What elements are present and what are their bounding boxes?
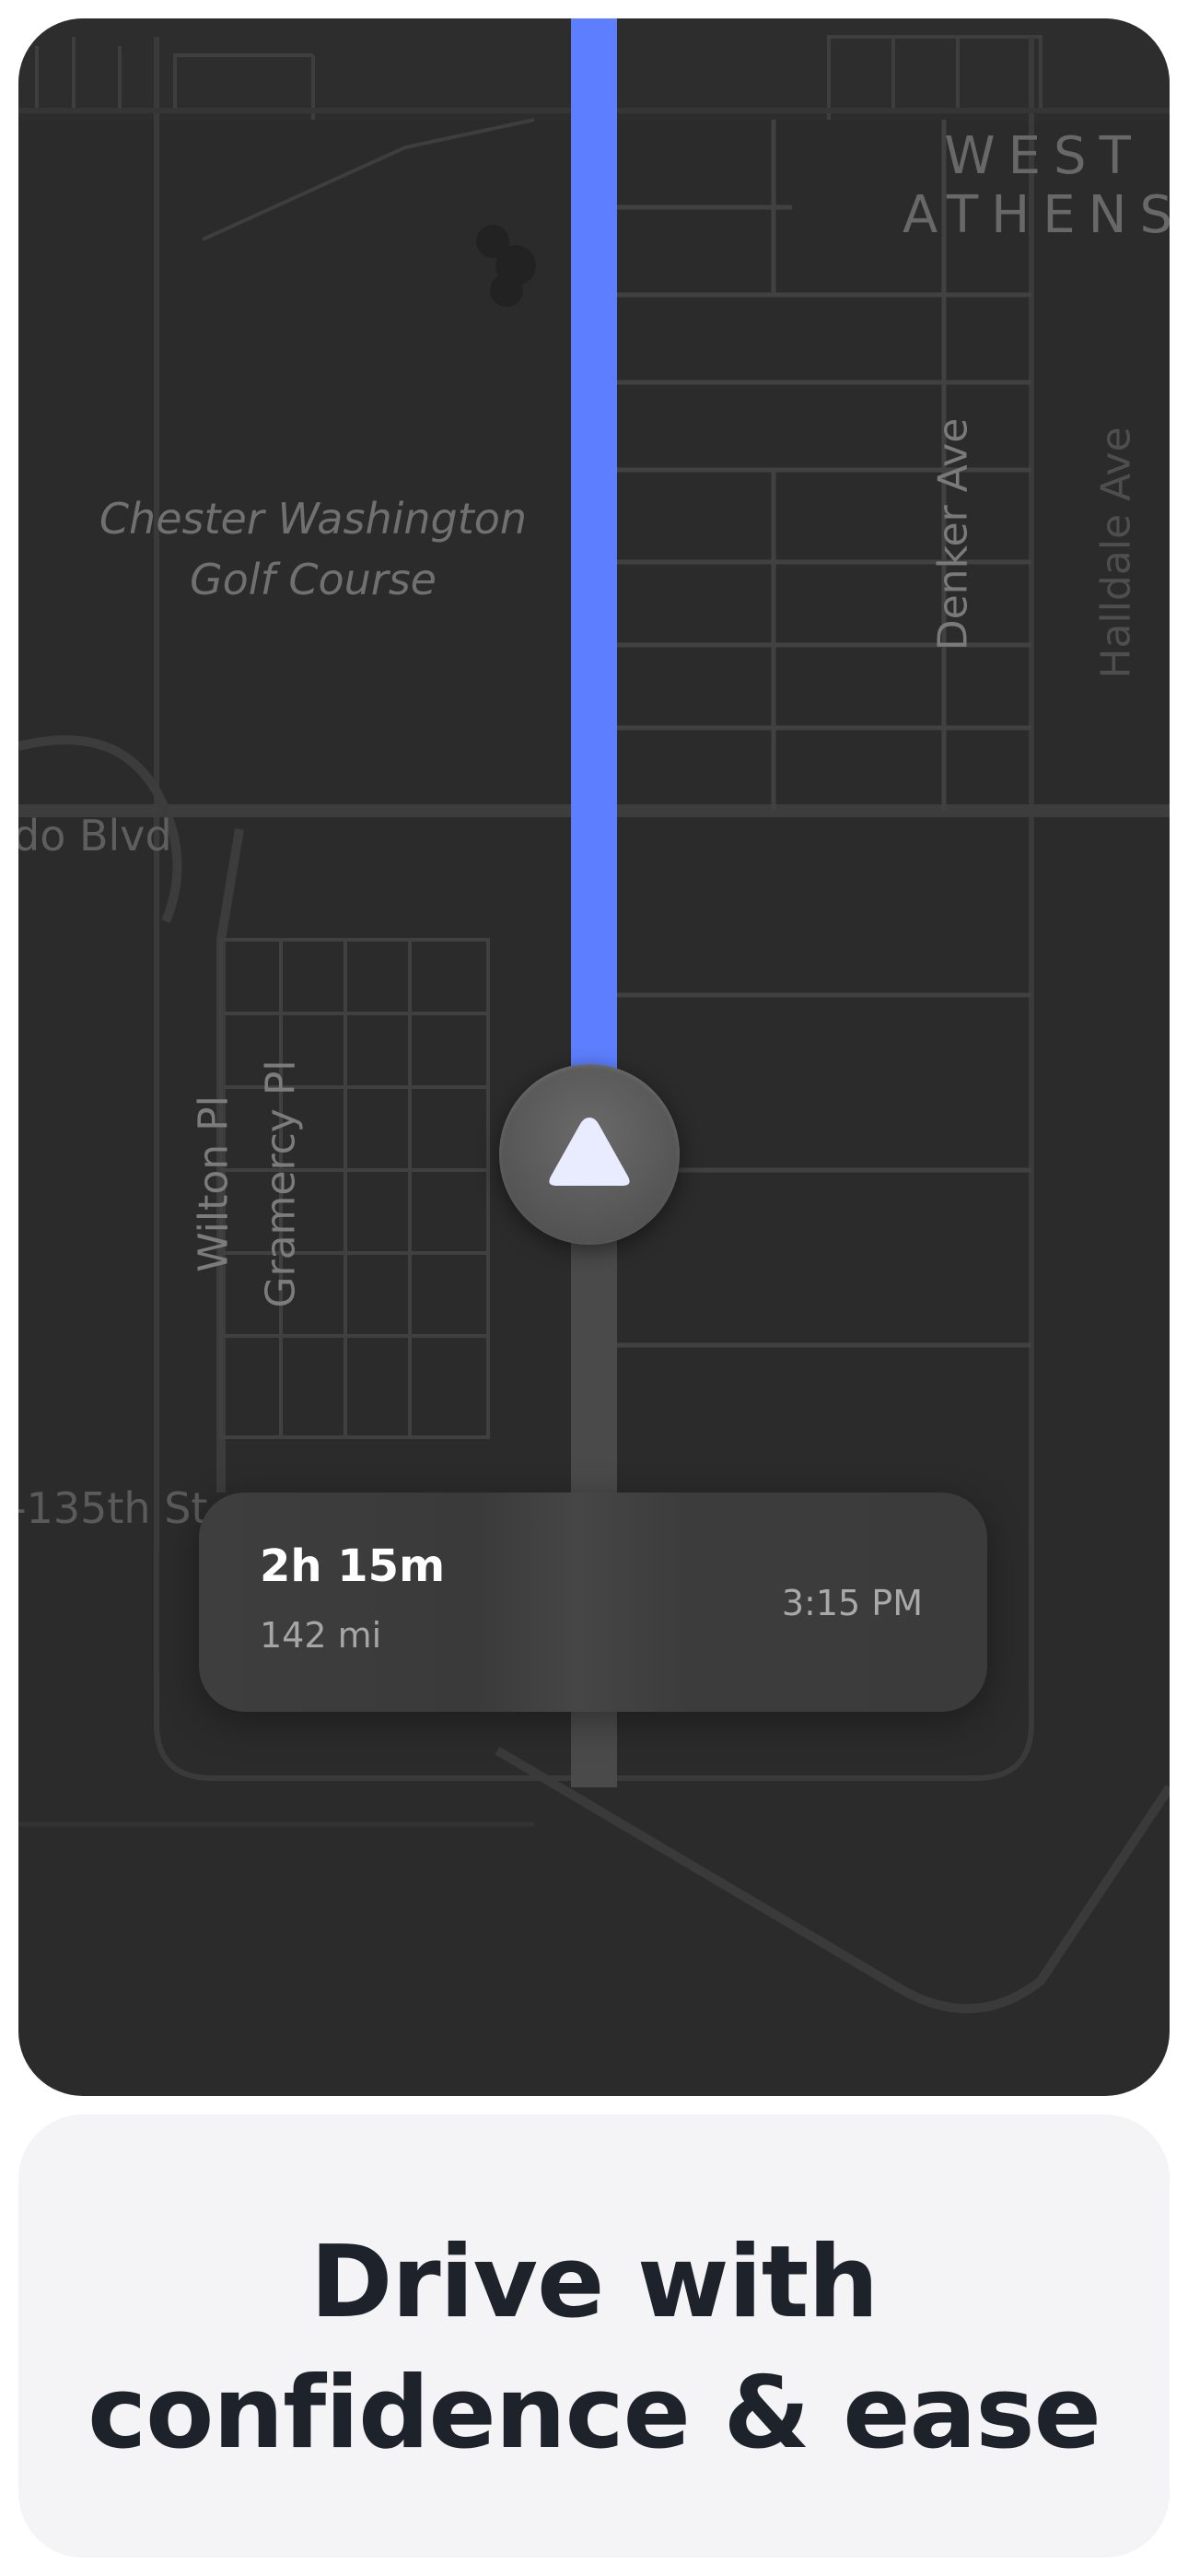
- street-label-blvd: do Blvd: [18, 811, 172, 861]
- street-label-denker: Denker Ave: [929, 417, 977, 651]
- street-label-135th: -135th St: [18, 1483, 208, 1533]
- street-label-wilton: Wilton Pl: [190, 1095, 238, 1272]
- caption-title: Drive with confidence & ease: [18, 2218, 1170, 2479]
- area-label-line2: ATHENS: [903, 185, 1170, 245]
- trip-duration: 2h 15m: [260, 1540, 446, 1592]
- caption-line1: Drive with: [309, 2225, 879, 2340]
- map-view[interactable]: Chester Washington Golf Course WEST ATHE…: [18, 18, 1170, 2096]
- golf-course-label-line1: Chester Washington: [99, 494, 528, 544]
- golf-course-label: Chester Washington Golf Course: [92, 488, 534, 610]
- map-roads: [18, 18, 1170, 2014]
- navigation-arrow-icon: [549, 1118, 630, 1186]
- trip-summary-card[interactable]: 2h 15m 142 mi 3:15 PM: [199, 1493, 987, 1712]
- current-location-marker[interactable]: [499, 1064, 680, 1245]
- route-line: [571, 18, 617, 1096]
- trip-arrival-time: 3:15 PM: [781, 1583, 923, 1623]
- street-label-gramercy: Gramercy Pl: [257, 1060, 305, 1308]
- caption-line2: confidence & ease: [87, 2356, 1101, 2471]
- area-label-line1: WEST: [944, 126, 1144, 186]
- golf-course-label-line2: Golf Course: [190, 555, 437, 604]
- area-label: WEST ATHENS: [903, 127, 1170, 245]
- caption-card: Drive with confidence & ease: [18, 2114, 1170, 2558]
- trip-distance: 142 mi: [260, 1615, 382, 1656]
- street-label-halldale: Halldale Ave: [1092, 427, 1140, 679]
